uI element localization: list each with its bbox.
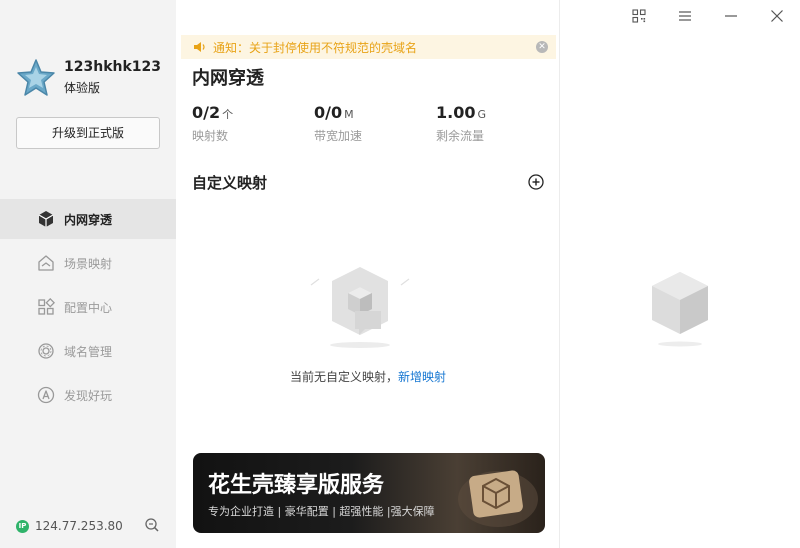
stat-value: 0/0 xyxy=(314,103,343,122)
empty-state: 当前无自定义映射，新增映射 xyxy=(176,368,560,385)
banner-subtitle: 专为企业打造 | 豪华配置 | 超强性能 |强大保障 xyxy=(208,505,435,518)
add-mapping-icon[interactable] xyxy=(528,174,544,190)
stat-label: 映射数 xyxy=(192,129,229,143)
sidebar-item-label: 场景映射 xyxy=(64,256,113,271)
username: 123hkhk123 xyxy=(64,59,162,75)
sidebar-nav: 内网穿透 场景映射 配置中心 域名管理 发现好玩 xyxy=(0,199,176,419)
sidebar-item-label: 发现好玩 xyxy=(64,388,113,403)
sidebar-item-config-center[interactable]: 配置中心 xyxy=(0,287,176,327)
gear-circle-icon xyxy=(36,341,56,361)
stat-value: 1.00 xyxy=(436,103,476,122)
sidebar-item-scene-mapping[interactable]: 场景映射 xyxy=(0,243,176,283)
minimize-icon[interactable] xyxy=(720,6,742,26)
notice-text: 通知：关于封停使用不符规范的壳域名 xyxy=(213,40,418,55)
close-icon[interactable] xyxy=(766,6,788,26)
stat-label: 带宽加速 xyxy=(314,129,363,143)
star-avatar-icon xyxy=(16,58,56,98)
stat-unit: 个 xyxy=(222,108,234,121)
sidebar-item-intranet[interactable]: 内网穿透 xyxy=(0,199,176,239)
stat-unit: G xyxy=(477,108,487,121)
sidebar-item-domain-management[interactable]: 域名管理 xyxy=(0,331,176,371)
house-layers-icon xyxy=(36,253,56,273)
cube-tile-icon xyxy=(443,457,543,531)
speaker-icon xyxy=(193,38,207,57)
sidebar-item-label: 内网穿透 xyxy=(64,212,113,227)
sidebar-item-label: 域名管理 xyxy=(64,344,113,359)
menu-icon[interactable] xyxy=(674,6,696,26)
stat-mapping-count: 0/2 个 映射数 xyxy=(192,103,302,144)
ip-address: 124.77.253.80 xyxy=(35,519,123,533)
qr-code-icon[interactable] xyxy=(628,6,650,26)
stat-label: 剩余流量 xyxy=(436,129,485,143)
grid-icon xyxy=(36,297,56,317)
ip-status: IP 124.77.253.80 xyxy=(16,517,166,535)
section-title: 自定义映射 xyxy=(192,174,268,192)
empty-state-text: 当前无自定义映射， xyxy=(289,370,398,384)
stat-traffic: 1.00 G 剩余流量 xyxy=(436,103,546,144)
promo-banner[interactable]: 花生壳臻享版服务 专为企业打造 | 豪华配置 | 超强性能 |强大保障 xyxy=(193,453,545,533)
profile: 123hkhk123 体验版 xyxy=(16,56,166,100)
sidebar-item-label: 配置中心 xyxy=(64,300,113,315)
banner-title: 花生壳臻享版服务 xyxy=(208,473,385,498)
sidebar: 123hkhk123 体验版 升级到正式版 内网穿透 场景映射 配置中心 域名管… xyxy=(0,0,176,548)
search-zoom-icon[interactable] xyxy=(144,517,160,533)
empty-state-illustration xyxy=(297,259,423,353)
stat-value: 0/2 xyxy=(192,103,221,122)
main-panel: 通知：关于封停使用不符规范的壳域名 ✕ 内网穿透 0/2 个 映射数 0/0 M 带… xyxy=(176,0,560,548)
notice-bar[interactable]: 通知：关于封停使用不符规范的壳域名 ✕ xyxy=(181,35,556,59)
upgrade-button[interactable]: 升级到正式版 xyxy=(16,117,160,149)
stat-bandwidth: 0/0 M 带宽加速 xyxy=(314,103,424,144)
page-title: 内网穿透 xyxy=(192,68,264,89)
edition-label: 体验版 xyxy=(64,81,101,95)
detail-panel xyxy=(561,32,800,548)
sidebar-item-discover[interactable]: 发现好玩 xyxy=(0,375,176,415)
ip-badge-icon: IP xyxy=(16,519,29,533)
stat-unit: M xyxy=(344,108,354,121)
cube-placeholder-icon xyxy=(645,268,715,348)
add-mapping-link[interactable]: 新增映射 xyxy=(398,370,446,384)
cube-icon xyxy=(36,209,56,229)
notice-close-icon[interactable]: ✕ xyxy=(536,41,548,53)
compass-icon xyxy=(36,385,56,405)
